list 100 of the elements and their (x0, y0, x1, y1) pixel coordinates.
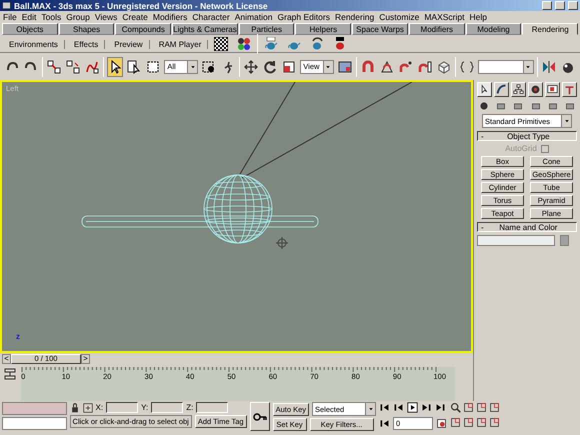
time-slider-right[interactable]: > (81, 354, 90, 364)
percent-magnet-icon (399, 60, 414, 74)
tab[interactable]: Modifiers (408, 23, 465, 35)
dropdown-arrow-icon (325, 64, 332, 70)
menu-item[interactable]: Group (66, 12, 90, 22)
menu-item[interactable]: Animation (234, 12, 272, 22)
rollout-header[interactable]: - Object Type (477, 131, 577, 141)
menu-item[interactable]: Modifiers (152, 12, 188, 22)
y-field[interactable] (151, 402, 184, 413)
move-icon (244, 60, 258, 74)
tab[interactable]: Helpers (295, 23, 352, 35)
crosshair-icon (276, 236, 288, 250)
hammer-icon (564, 84, 575, 95)
lock-icon (70, 402, 80, 412)
play-icon (407, 402, 418, 413)
cube-icon (437, 60, 452, 74)
menu-item[interactable]: Help (470, 12, 487, 22)
tab[interactable]: Space Warps (352, 23, 408, 35)
menu-item[interactable]: Character (192, 12, 230, 22)
name-field[interactable] (477, 235, 555, 246)
menu-item[interactable]: MAXScript (424, 12, 464, 22)
dropdown-arrow-icon (368, 406, 374, 412)
z-label: Z: (186, 403, 194, 412)
next-frame-icon (421, 402, 432, 413)
display-tab[interactable] (545, 82, 560, 97)
pivot-icon (338, 60, 352, 74)
tab[interactable]: Lights & Cameras (172, 23, 238, 35)
menu-item[interactable]: Create (122, 12, 148, 22)
dropdown-arrow-icon (564, 118, 570, 124)
rotate-icon (263, 60, 278, 74)
z-field[interactable] (196, 402, 228, 413)
tab[interactable]: Shapes (58, 23, 114, 35)
tool-button[interactable] (107, 56, 124, 76)
checkerboard-icon (214, 37, 228, 51)
tab[interactable]: Modeling (466, 23, 522, 35)
menu-item[interactable]: Tools (41, 12, 62, 22)
tab[interactable]: Rendering (522, 23, 578, 35)
toolbar-button[interactable]: Preview (108, 40, 150, 48)
dropdown-arrow-icon (525, 64, 532, 70)
app-icon (2, 1, 11, 10)
unlink-icon (66, 60, 80, 74)
menu-item[interactable]: Rendering (334, 12, 374, 22)
tab[interactable]: Particles (238, 23, 294, 35)
hierarchy-tab[interactable] (511, 82, 526, 97)
list-cursor-icon (127, 60, 142, 74)
dashed-rectangle-icon (146, 60, 160, 74)
magnet-icon (361, 60, 376, 74)
menu-item[interactable]: Customize (379, 12, 420, 22)
prev-frame-icon (393, 402, 404, 413)
listener-field[interactable] (2, 402, 67, 415)
close-button[interactable] (568, 1, 578, 10)
x-field[interactable] (106, 402, 138, 413)
curve-icon (496, 84, 507, 95)
restore-button[interactable] (555, 1, 565, 10)
sphere-icon (478, 100, 488, 110)
absolute-mode-icon (82, 402, 93, 412)
wireframe-sphere-drawing (204, 174, 272, 244)
axis-label: z (16, 332, 20, 342)
listener-field[interactable] (2, 417, 67, 430)
create-tab[interactable] (477, 82, 492, 97)
rollout-header[interactable]: - Name and Color (477, 222, 577, 232)
motion-tab[interactable] (528, 82, 543, 97)
wheel-icon (530, 84, 541, 95)
menu-item[interactable]: Graph Editors (278, 12, 330, 22)
window-title: Ball.MAX - 3ds max 5 - Unregistered Version - Network License (14, 0, 269, 10)
toolbar-button[interactable]: Effects (68, 40, 106, 48)
modify-tab[interactable] (494, 82, 509, 97)
teapot-arrow-icon (310, 37, 324, 51)
menu-item[interactable]: Edit (22, 12, 36, 22)
menu-item[interactable]: File (3, 12, 17, 22)
tab[interactable]: Objects (2, 23, 58, 35)
set-key-button[interactable] (250, 402, 270, 431)
go-start-icon (379, 402, 390, 413)
x-label: X: (96, 403, 104, 412)
dropdown[interactable] (478, 60, 534, 74)
hierarchy-icon (513, 84, 524, 95)
time-config-icon (436, 418, 447, 429)
teapot-window-icon (264, 37, 278, 51)
minimize-button[interactable] (542, 1, 552, 10)
color-swatch[interactable] (560, 235, 569, 246)
track-bar-icon (3, 367, 17, 381)
spinner-magnet-icon (418, 60, 432, 74)
tab[interactable]: Compounds (115, 23, 172, 35)
braces-icon (460, 60, 474, 74)
toolbar-button[interactable]: Environments (3, 40, 65, 48)
link-icon (47, 60, 62, 74)
scale-icon (282, 60, 296, 74)
angle-magnet-icon (380, 60, 394, 74)
y-label: Y: (141, 403, 148, 412)
monitor-icon (547, 84, 558, 95)
mirror-icon (542, 60, 556, 74)
bind-icon (85, 60, 100, 74)
checkbox-label: AutoGrid (505, 144, 537, 153)
toolbar-button[interactable]: RAM Player (152, 40, 208, 48)
utilities-tab[interactable] (562, 82, 577, 97)
go-end-icon (435, 402, 446, 413)
crossing-icon (202, 60, 216, 74)
menu-item[interactable]: Views (94, 12, 118, 22)
spheres-icon (237, 37, 252, 51)
zoom-icon (450, 402, 461, 413)
